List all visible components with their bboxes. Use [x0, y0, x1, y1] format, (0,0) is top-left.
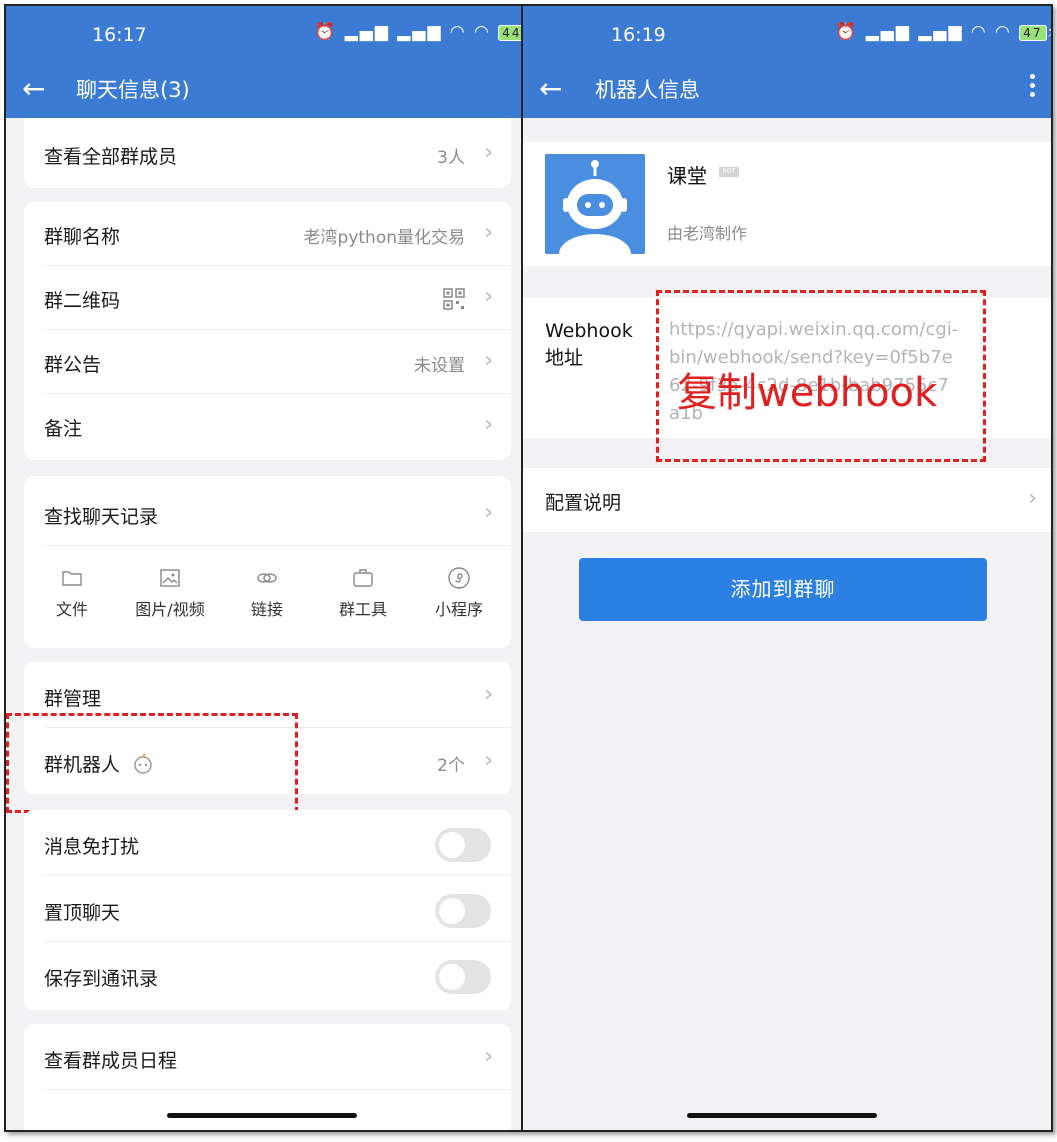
chevron-right-icon: ›: [484, 682, 493, 707]
search-history-card: 查找聊天记录 › 文件 图片/视频 链接 群工具 小程序: [24, 476, 511, 648]
tool-media[interactable]: 图片/视频: [125, 556, 215, 620]
annotation-highlight-webhook: [656, 290, 986, 462]
home-indicator[interactable]: [167, 1113, 357, 1118]
notice-value: 未设置: [414, 356, 465, 376]
row-label: 群二维码: [44, 290, 121, 312]
divider: [44, 1089, 511, 1090]
bot-tag-badge: BOT: [719, 167, 739, 177]
row-label: 消息免打扰: [44, 836, 140, 858]
more-options-icon[interactable]: [1023, 70, 1041, 104]
divider: [44, 545, 511, 546]
toggle-knob: [439, 898, 465, 924]
row-label: 群聊名称: [44, 226, 121, 248]
bot-maker: 由老湾制作: [667, 224, 748, 243]
chevron-right-icon: ›: [484, 348, 493, 373]
robot-count: 2个: [437, 756, 465, 776]
chevron-right-icon: ›: [484, 284, 493, 309]
battery-level: 47: [1019, 25, 1047, 41]
tool-label: 群工具: [338, 600, 387, 619]
mute-row: 消息免打扰: [24, 812, 511, 876]
webhook-label: Webhook 地址: [545, 320, 633, 369]
row-label: 配置说明: [545, 492, 622, 514]
group-notice-row[interactable]: 群公告 未设置 ›: [24, 330, 511, 394]
row-label: 查看群成员日程: [44, 1050, 178, 1072]
config-guide-row[interactable]: 配置说明 ›: [523, 468, 1051, 532]
robot-avatar-icon: [545, 154, 645, 254]
status-bar: 16:19 ⏰ ▂▄▆ ▂▄▆ ◠ ◠ 47⚡: [523, 6, 1051, 64]
row-label: 查找聊天记录: [44, 506, 159, 528]
config-card: 配置说明 ›: [523, 468, 1051, 532]
group-name-value: 老湾python量化交易: [303, 228, 465, 248]
tool-label: 文件: [55, 600, 88, 619]
image-icon: [160, 569, 180, 587]
toggle-knob: [439, 964, 465, 990]
members-card: 查看全部群成员 3人 ›: [24, 118, 511, 188]
tool-files[interactable]: 文件: [27, 556, 117, 620]
tool-label: 小程序: [434, 600, 483, 619]
divider: [44, 875, 511, 876]
mini-program-icon: [448, 567, 470, 589]
group-remark-row[interactable]: 备注 ›: [24, 394, 511, 458]
chevron-right-icon: ›: [484, 140, 493, 165]
member-count: 3人: [437, 148, 465, 168]
group-qrcode-row[interactable]: 群二维码 ›: [24, 266, 511, 330]
annotation-highlight-robot: [6, 713, 298, 813]
toggle-knob: [439, 832, 465, 858]
bot-name: 课堂: [667, 164, 707, 188]
title-bar: ← 机器人信息: [523, 64, 1051, 118]
back-arrow-icon[interactable]: ←: [539, 72, 569, 106]
view-all-members-row[interactable]: 查看全部群成员 3人 ›: [24, 122, 511, 186]
title-bar: ← 聊天信息(3): [6, 64, 521, 118]
chevron-right-icon: ›: [484, 500, 493, 525]
save-contacts-row: 保存到通讯录: [24, 944, 511, 1008]
chat-info-screen: 16:17 ⏰ ▂▄▆ ▂▄▆ ◠ ◠ 44⚡ ← 聊天信息(3) 查看全部群成…: [6, 6, 521, 1130]
tool-group-tools[interactable]: 群工具: [318, 556, 408, 620]
chevron-right-icon: ›: [484, 1044, 493, 1069]
qrcode-icon: [443, 288, 465, 310]
status-bar: 16:17 ⏰ ▂▄▆ ▂▄▆ ◠ ◠ 44⚡: [6, 6, 521, 64]
chevron-right-icon: ›: [484, 748, 493, 773]
battery-level: 44: [498, 25, 521, 41]
divider: [44, 941, 511, 942]
pin-toggle[interactable]: [435, 894, 491, 928]
search-history-row[interactable]: 查找聊天记录 ›: [24, 482, 511, 546]
link-icon: [257, 573, 277, 583]
row-label: 群公告: [44, 354, 102, 376]
row-label: 保存到通讯录: [44, 968, 159, 990]
tool-links[interactable]: 链接: [222, 556, 312, 620]
page-title: 聊天信息(3): [76, 78, 190, 102]
mute-toggle[interactable]: [435, 828, 491, 862]
status-time: 16:19: [611, 24, 666, 46]
bot-profile-card: 课堂 BOT 由老湾制作: [523, 142, 1051, 266]
row-label: 置顶聊天: [44, 902, 121, 924]
chevron-right-icon: ›: [484, 220, 493, 245]
chat-settings-card: 消息免打扰 置顶聊天 保存到通讯录: [24, 810, 511, 1010]
page-title: 机器人信息: [595, 78, 700, 102]
search-tools: 文件 图片/视频 链接 群工具 小程序: [24, 556, 511, 640]
folder-icon: [62, 571, 82, 586]
tool-label: 链接: [250, 600, 283, 619]
member-schedule-row[interactable]: 查看群成员日程 ›: [24, 1026, 511, 1090]
status-icons: ⏰ ▂▄▆ ▂▄▆ ◠ ◠ 44⚡: [314, 22, 521, 42]
bot-info-screen: 16:19 ⏰ ▂▄▆ ▂▄▆ ◠ ◠ 47⚡ ← 机器人信息: [523, 6, 1051, 1130]
chevron-right-icon: ›: [484, 412, 493, 437]
screenshot-frame: 16:17 ⏰ ▂▄▆ ▂▄▆ ◠ ◠ 44⚡ ← 聊天信息(3) 查看全部群成…: [4, 4, 1053, 1132]
pin-row: 置顶聊天: [24, 878, 511, 942]
chevron-right-icon: ›: [1028, 486, 1037, 511]
row-label: 群管理: [44, 688, 102, 710]
back-arrow-icon[interactable]: ←: [22, 72, 52, 106]
add-to-group-button[interactable]: 添加到群聊: [579, 558, 987, 621]
bot-avatar: [545, 154, 645, 254]
toolbox-icon: [353, 569, 373, 587]
tool-label: 图片/视频: [135, 600, 205, 619]
status-icons: ⏰ ▂▄▆ ▂▄▆ ◠ ◠ 47⚡: [835, 22, 1051, 42]
group-info-card: 群聊名称 老湾python量化交易 › 群二维码 › 群公告 未设置 › 备注 …: [24, 202, 511, 460]
group-name-row[interactable]: 群聊名称 老湾python量化交易 ›: [24, 202, 511, 266]
row-label: 备注: [44, 418, 83, 440]
row-label: 查看全部群成员: [44, 146, 178, 168]
save-contacts-toggle[interactable]: [435, 960, 491, 994]
tool-mini-programs[interactable]: 小程序: [414, 556, 504, 620]
status-time: 16:17: [92, 24, 147, 46]
home-indicator[interactable]: [687, 1113, 877, 1118]
